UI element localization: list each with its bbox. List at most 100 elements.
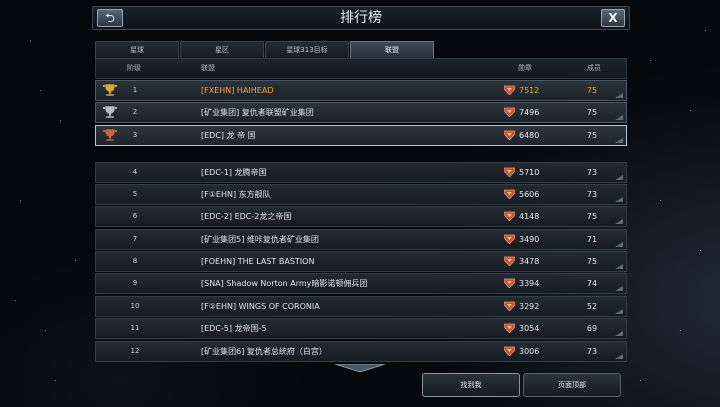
tab-alliance[interactable]: 联盟 bbox=[350, 41, 434, 58]
star bbox=[650, 60, 651, 61]
tab-sector[interactable]: 星区 bbox=[180, 41, 264, 58]
table-row[interactable]: 10 [F②EHN] WINGS OF CORONIA 3292 52 bbox=[95, 296, 627, 317]
row-corner-icon bbox=[615, 138, 623, 143]
row-corner-icon bbox=[615, 93, 623, 98]
member-count: 75 bbox=[586, 108, 598, 117]
row-corner-icon bbox=[615, 286, 623, 291]
table-row[interactable]: 2 [矿业集团] 复仇者联盟矿业集团 7496 75 bbox=[95, 102, 627, 123]
table-row[interactable]: 11 [EDC-5] 龙帝国-5 3054 69 bbox=[95, 318, 627, 339]
star bbox=[45, 330, 46, 331]
tab-planet[interactable]: 星球 bbox=[95, 41, 179, 58]
rank-number: 12 bbox=[130, 347, 140, 355]
tab-planet-target[interactable]: 星球313目标 bbox=[265, 41, 349, 58]
rank-number: 9 bbox=[132, 279, 138, 287]
member-count: 52 bbox=[586, 302, 598, 311]
rank-number: 3 bbox=[132, 131, 138, 139]
medal-count: 7512 bbox=[519, 86, 540, 95]
table-row[interactable]: 7 [矿业集团5] 维咔复仇者矿业集团 3490 71 bbox=[95, 229, 627, 250]
medal-icon bbox=[504, 234, 515, 244]
alliance-name: [FXEHN] HAIHEAD bbox=[201, 86, 274, 95]
star bbox=[660, 200, 661, 201]
alliance-name: [F②EHN] WINGS OF CORONIA bbox=[201, 302, 320, 311]
row-corner-icon bbox=[615, 331, 623, 336]
medal-icon bbox=[504, 256, 515, 266]
member-count: 75 bbox=[586, 86, 598, 95]
table-row[interactable]: 3 [EDC] 龙 帝 国 6480 75 bbox=[95, 125, 627, 146]
medal-count: 3490 bbox=[519, 235, 540, 244]
star bbox=[640, 380, 641, 381]
rank-number: 5 bbox=[132, 190, 138, 198]
row-corner-icon bbox=[615, 264, 623, 269]
star bbox=[20, 200, 21, 201]
member-count: 75 bbox=[586, 131, 598, 140]
close-button[interactable]: X bbox=[601, 9, 625, 27]
rank-number: 10 bbox=[130, 302, 140, 310]
star bbox=[680, 330, 681, 331]
medal-icon bbox=[504, 346, 515, 356]
member-count: 71 bbox=[586, 235, 598, 244]
alliance-name: [EDC-1] 龙腾帝国 bbox=[201, 168, 267, 177]
medal-icon bbox=[504, 167, 515, 177]
medal-count: 5710 bbox=[519, 168, 540, 177]
member-count: 73 bbox=[586, 347, 598, 356]
alliance-name: [EDC-2] EDC-2龙之帝国 bbox=[201, 212, 292, 221]
member-count: 75 bbox=[586, 212, 598, 221]
star bbox=[55, 380, 56, 381]
alliance-name: [矿业集团5] 维咔复仇者矿业集团 bbox=[201, 235, 319, 244]
medal-count: 3292 bbox=[519, 302, 540, 311]
member-count: 73 bbox=[586, 168, 598, 177]
medal-count: 7496 bbox=[519, 108, 540, 117]
medal-count: 3394 bbox=[519, 279, 540, 288]
alliance-name: [矿业集团6] 复仇者总统府（白宫） bbox=[201, 347, 327, 356]
rank-number: 11 bbox=[130, 324, 140, 332]
medal-icon bbox=[504, 85, 515, 95]
table-row[interactable]: 4 [EDC-1] 龙腾帝国 5710 73 bbox=[95, 162, 627, 183]
page-top-button[interactable]: 页面顶部 bbox=[523, 373, 621, 397]
star bbox=[30, 40, 31, 41]
alliance-name: [EDC-5] 龙帝国-5 bbox=[201, 324, 267, 333]
row-corner-icon bbox=[615, 175, 623, 180]
medal-count: 6480 bbox=[519, 131, 540, 140]
rank-number: 7 bbox=[132, 235, 138, 243]
member-count: 69 bbox=[586, 324, 598, 333]
row-corner-icon bbox=[615, 219, 623, 224]
medal-count: 3054 bbox=[519, 324, 540, 333]
rank-number: 4 bbox=[132, 168, 138, 176]
medal-icon bbox=[504, 323, 515, 333]
rank-number: 2 bbox=[132, 108, 138, 116]
table-row[interactable]: 9 [SNA] Shadow Norton Army暗影诺顿佣兵团 3394 74 bbox=[95, 273, 627, 294]
window-title: 排行榜 bbox=[340, 10, 382, 26]
rank-number: 8 bbox=[132, 257, 138, 265]
rank-number: 1 bbox=[132, 86, 138, 94]
medal-icon bbox=[504, 189, 515, 199]
header-alliance: 联盟 bbox=[201, 64, 215, 72]
gold-trophy-icon bbox=[103, 83, 117, 97]
alliance-name: [矿业集团] 复仇者联盟矿业集团 bbox=[201, 108, 314, 117]
alliance-name: [SNA] Shadow Norton Army暗影诺顿佣兵团 bbox=[201, 279, 368, 288]
find-me-button[interactable]: 找到我 bbox=[422, 373, 520, 397]
row-corner-icon bbox=[615, 197, 623, 202]
star bbox=[60, 120, 61, 121]
star bbox=[705, 30, 706, 31]
tab-bar: 星球 星区 星球313目标 联盟 bbox=[95, 41, 435, 58]
medal-count: 3478 bbox=[519, 257, 540, 266]
star bbox=[75, 260, 76, 261]
alliance-name: [F①EHN] 东方舰队 bbox=[201, 190, 271, 199]
medal-count: 5606 bbox=[519, 190, 540, 199]
header-rank: 阶级 bbox=[127, 64, 141, 72]
medal-count: 4148 bbox=[519, 212, 540, 221]
table-row[interactable]: 8 [FOEHN] THE LAST BASTION 3478 75 bbox=[95, 251, 627, 272]
star bbox=[690, 110, 691, 111]
medal-icon bbox=[504, 130, 515, 140]
table-row[interactable]: 1 [FXEHN] HAIHEAD 7512 75 bbox=[95, 80, 627, 101]
table-row[interactable]: 12 [矿业集团6] 复仇者总统府（白宫） 3006 73 bbox=[95, 341, 627, 362]
scroll-down-icon[interactable] bbox=[335, 364, 385, 372]
row-corner-icon bbox=[615, 242, 623, 247]
table-header: 阶级 联盟 勋章 成员 bbox=[95, 58, 627, 79]
table-row[interactable]: 5 [F①EHN] 东方舰队 5606 73 bbox=[95, 184, 627, 205]
table-row[interactable]: 6 [EDC-2] EDC-2龙之帝国 4148 75 bbox=[95, 206, 627, 227]
row-corner-icon bbox=[615, 115, 623, 120]
alliance-name: [EDC] 龙 帝 国 bbox=[201, 131, 256, 140]
member-count: 74 bbox=[586, 279, 598, 288]
row-corner-icon bbox=[615, 309, 623, 314]
